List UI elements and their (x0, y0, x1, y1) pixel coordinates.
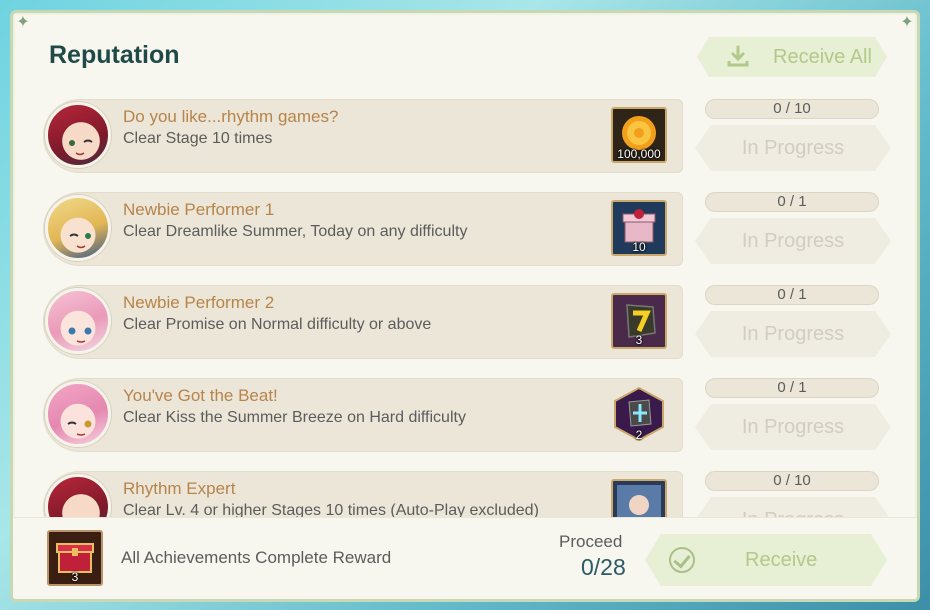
completion-reward-footer: 3 All Achievements Complete Reward Proce… (13, 517, 917, 599)
in-progress-button[interactable]: In Progress (695, 125, 891, 171)
download-icon (725, 44, 751, 70)
avatar (45, 195, 111, 261)
achievement-description: Clear Dreamlike Summer, Today on any dif… (123, 223, 468, 240)
achievement-status: 0 / 10 In Progress (695, 471, 891, 517)
progress-bar: 0 / 1 (705, 285, 879, 305)
achievement-title: Do you like...rhythm games? (123, 107, 339, 126)
reward-item[interactable]: 10 (611, 200, 667, 256)
achievement-status: 0 / 1 In Progress (695, 192, 891, 264)
achievement-row: Newbie Performer 2 Clear Promise on Norm… (33, 283, 683, 361)
achievement-title: You've Got the Beat! (123, 386, 278, 405)
progress-bar: 0 / 10 (705, 99, 879, 119)
completion-reward-item[interactable]: 3 (47, 530, 103, 586)
receive-label: Receive (745, 548, 818, 571)
reward-quantity: 10 (632, 240, 646, 254)
receive-button[interactable]: Receive (645, 534, 887, 586)
reward-quantity: 100,000 (617, 147, 661, 161)
check-circle-icon (669, 547, 695, 573)
progress-bar: 0 / 1 (705, 378, 879, 398)
achievement-description: Clear Kiss the Summer Breeze on Hard dif… (123, 409, 466, 426)
page-title: Reputation (49, 41, 180, 69)
achievement-status: 0 / 1 In Progress (695, 378, 891, 450)
achievement-title: Rhythm Expert (123, 479, 236, 498)
in-progress-button[interactable]: In Progress (695, 497, 891, 517)
achievement-description: Clear Lv. 4 or higher Stages 10 times (A… (123, 502, 539, 517)
proceed-value: 0/28 (581, 554, 626, 580)
achievement-description: Clear Stage 10 times (123, 130, 273, 147)
reward-quantity: 2 (635, 428, 643, 442)
achievement-row: Do you like...rhythm games? Clear Stage … (33, 97, 683, 175)
receive-all-button[interactable]: Receive All (697, 37, 887, 77)
achievement-title: Newbie Performer 1 (123, 200, 275, 219)
in-progress-button[interactable]: In Progress (695, 404, 891, 450)
achievement-row: You've Got the Beat! Clear Kiss the Summ… (33, 376, 683, 454)
character-card-icon (617, 485, 661, 517)
reward-quantity: 3 (71, 570, 79, 584)
reward-quantity: 3 (635, 333, 643, 347)
reward-item[interactable]: 100,000 (611, 107, 667, 163)
avatar (45, 102, 111, 168)
achievement-row: Newbie Performer 1 Clear Dreamlike Summe… (33, 190, 683, 268)
in-progress-button[interactable]: In Progress (695, 218, 891, 264)
reward-item[interactable] (611, 479, 667, 517)
corner-ornament-icon: ✦ (16, 14, 30, 31)
proceed-label: Proceed (559, 532, 623, 551)
avatar (45, 381, 111, 447)
achievement-row: Rhythm Expert Clear Lv. 4 or higher Stag… (33, 469, 683, 517)
corner-ornament-icon: ✦ (900, 14, 914, 31)
reward-item[interactable]: 2 (611, 386, 667, 442)
achievement-description: Clear Promise on Normal difficulty or ab… (123, 316, 432, 333)
reward-item[interactable]: 3 (611, 293, 667, 349)
in-progress-button[interactable]: In Progress (695, 311, 891, 357)
receive-all-label: Receive All (773, 45, 872, 68)
achievement-list[interactable]: Do you like...rhythm games? Clear Stage … (13, 97, 917, 517)
achievement-status: 0 / 1 In Progress (695, 285, 891, 357)
achievement-status: 0 / 10 In Progress (695, 99, 891, 171)
progress-bar: 0 / 1 (705, 192, 879, 212)
avatar (45, 288, 111, 354)
completion-reward-label: All Achievements Complete Reward (121, 548, 392, 567)
progress-bar: 0 / 10 (705, 471, 879, 491)
reputation-panel: ✦ ✦ ✦ ✦ Reputation Receive All Do you li… (10, 10, 920, 602)
achievement-title: Newbie Performer 2 (123, 293, 275, 312)
